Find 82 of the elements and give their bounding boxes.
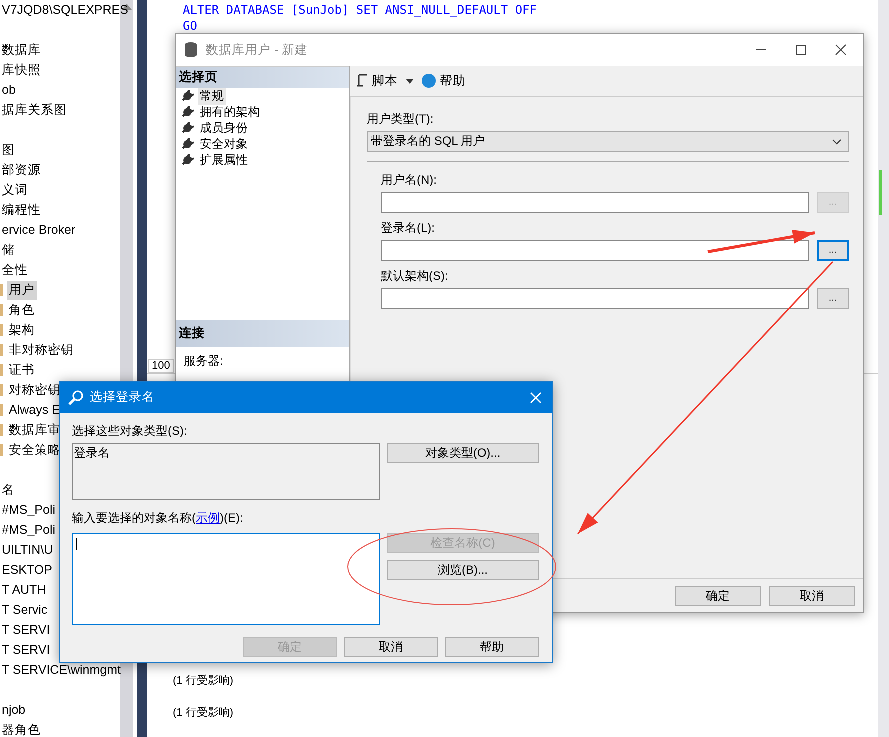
dialog-button[interactable]: 确定: [675, 586, 761, 606]
close-icon[interactable]: [835, 44, 847, 56]
search-icon: [68, 390, 84, 406]
tree-item[interactable]: 器角色: [0, 720, 43, 737]
script-button[interactable]: 脚本: [356, 72, 398, 90]
tree-item[interactable]: 角色: [7, 300, 37, 320]
dialog-button[interactable]: 取消: [344, 637, 438, 657]
input-field[interactable]: [381, 288, 809, 309]
wrench-icon: [182, 106, 194, 118]
field-label: 用户类型(T):: [367, 111, 435, 128]
window-title: 选择登录名: [90, 389, 155, 406]
wrench-icon: [182, 138, 194, 150]
code-line: GO: [183, 18, 198, 34]
wrench-icon: [182, 154, 194, 166]
tree-item[interactable]: 名: [0, 480, 17, 500]
window-title: 数据库用户 - 新建: [206, 42, 308, 58]
maximize-icon[interactable]: [795, 44, 807, 56]
tree-item[interactable]: ob: [0, 82, 18, 98]
tree-item[interactable]: ESKTOP: [0, 562, 54, 578]
section-header: 选择页: [176, 67, 349, 88]
page-item[interactable]: 扩展属性: [198, 152, 250, 168]
scrollbar[interactable]: [878, 0, 889, 737]
page-item[interactable]: 拥有的架构: [198, 104, 262, 120]
page-item[interactable]: 成员身份: [198, 120, 250, 136]
object-types-box: 登录名: [72, 443, 380, 500]
tree-item[interactable]: T SERVI: [0, 622, 52, 638]
input-field[interactable]: [381, 192, 809, 213]
tree-item[interactable]: 架构: [7, 320, 37, 340]
tree-item[interactable]: 数据库: [0, 40, 43, 60]
field-label: 输入要选择的对象名称(示例)(E):: [72, 510, 244, 527]
tree-item[interactable]: 库快照: [0, 60, 43, 80]
chevron-down-icon: [832, 138, 842, 144]
zoom-field[interactable]: 100: [148, 359, 174, 373]
field-label: 用户名(N):: [381, 172, 438, 189]
wrench-icon: [182, 90, 194, 102]
tree-item[interactable]: T SERVICE\winmgmt: [0, 662, 124, 678]
result-message: (1 行受影响): [173, 674, 234, 689]
server-label: 服务器:: [183, 353, 224, 370]
dropdown-icon[interactable]: [406, 78, 414, 84]
tree-item[interactable]: 安全策略: [7, 440, 63, 460]
tree-item[interactable]: T SERVI: [0, 642, 52, 658]
dialog-button[interactable]: 帮助: [445, 637, 539, 657]
field-label: 默认架构(S):: [381, 268, 450, 285]
tree-item[interactable]: 据库关系图: [0, 100, 69, 120]
dialog-button[interactable]: 取消: [769, 586, 855, 606]
script-icon: [356, 74, 368, 88]
object-names-field[interactable]: [72, 533, 380, 625]
tree-item[interactable]: ervice Broker: [0, 222, 78, 238]
object-types-button[interactable]: 对象类型(O)...: [387, 443, 539, 463]
tree-item[interactable]: 非对称密钥: [7, 340, 76, 360]
tree-item[interactable]: 图: [0, 140, 17, 160]
tree-item[interactable]: #MS_Poli: [0, 502, 58, 518]
wrench-icon: [182, 122, 194, 134]
tree-item[interactable]: UILTIN\U: [0, 542, 56, 558]
tree-item[interactable]: 储: [0, 240, 17, 260]
field-label: 登录名(L):: [381, 220, 436, 237]
database-icon: [184, 42, 198, 58]
browse-button[interactable]: ...: [817, 240, 849, 261]
tree-item[interactable]: T Servic: [0, 602, 50, 618]
tree-item[interactable]: V7JQD8\SQLEXPRES: [0, 2, 130, 18]
tree-item[interactable]: 用户: [7, 280, 37, 300]
input-field[interactable]: [381, 240, 809, 261]
tree-item[interactable]: 证书: [7, 360, 37, 380]
page-item[interactable]: 安全对象: [198, 136, 250, 152]
field-label: 选择这些对象类型(S):: [72, 423, 188, 440]
code-line: ALTER DATABASE [SunJob] SET ANSI_NULL_DEFAULT OFF: [183, 2, 538, 18]
tree-item[interactable]: 编程性: [0, 200, 43, 220]
page-item[interactable]: 常规: [198, 88, 226, 104]
tree-item[interactable]: #MS_Poli: [0, 522, 58, 538]
help-button[interactable]: 帮助: [422, 72, 466, 90]
tree-item[interactable]: 全性: [0, 260, 30, 280]
tree-item[interactable]: 义词: [0, 180, 30, 200]
tree-item[interactable]: njob: [0, 702, 28, 718]
result-message: (1 行受影响): [173, 706, 234, 721]
tree-item[interactable]: T AUTH: [0, 582, 48, 598]
browse-button[interactable]: ...: [817, 288, 849, 309]
user-type-dropdown[interactable]: 带登录名的 SQL 用户: [367, 131, 849, 152]
tree-item[interactable]: 数据库审: [7, 420, 63, 440]
section-header: 连接: [176, 320, 349, 347]
examples-link[interactable]: 示例: [196, 511, 220, 525]
tree-item[interactable]: 部资源: [0, 160, 43, 180]
dialog-button[interactable]: 浏览(B)...: [387, 560, 539, 580]
